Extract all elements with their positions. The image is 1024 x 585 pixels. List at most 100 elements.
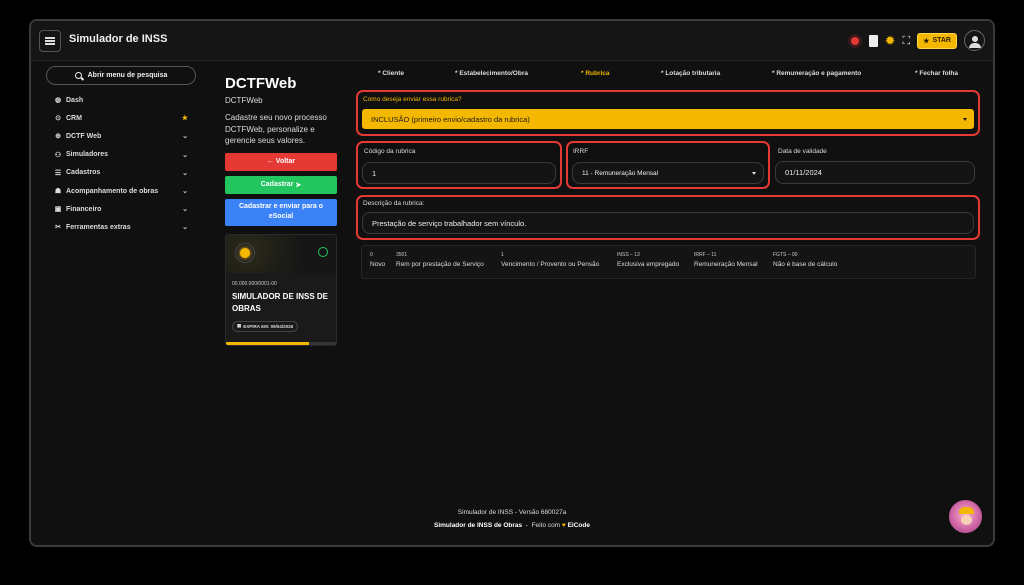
sidebar-item-label: Financeiro	[66, 205, 102, 213]
globe-icon: ⊕	[55, 133, 61, 141]
sidebar-item-crm[interactable]: ⊙ CRM ★	[46, 109, 196, 127]
register-send-label: Cadastrar e enviar para o eSocial	[238, 203, 324, 220]
sidebar-item-financeiro[interactable]: ▣ Financeiro ⌄	[46, 200, 196, 218]
register-button[interactable]: Cadastrar ➤	[225, 175, 337, 194]
sidebar-item-simuladores[interactable]: ⚇ Simuladores ⌄	[46, 146, 196, 164]
card-expiry-badge: ▦ EXPIRA EM: 09/04/2026	[232, 320, 299, 332]
validity-value: 01/11/2024	[785, 168, 822, 177]
register-send-button[interactable]: Cadastrar e enviar para o eSocial	[225, 198, 337, 226]
tab-lotacao[interactable]: * Lotação tributaria	[661, 70, 720, 77]
chevron-down-icon: ⌄	[182, 206, 188, 214]
separator: -	[525, 522, 528, 529]
card-progress-fill	[226, 341, 309, 345]
send-mode-section: Como deseja enviar essa rubrica? INCLUSÃ…	[356, 90, 980, 136]
tab-remuneracao[interactable]: * Remuneração e pagamento	[772, 70, 861, 77]
money-icon: ▣	[54, 206, 62, 214]
rubric-summary: 0 Novo 3501 Rem por prestação de Serviço 1…	[361, 245, 976, 279]
summary-desc: Não é base de cálculo	[773, 261, 838, 268]
list-icon: ☰	[54, 169, 62, 177]
chevron-down-icon: ⌄	[182, 188, 188, 196]
search-icon	[74, 72, 82, 79]
irrf-select[interactable]: 11 - Remuneração Mensal	[572, 162, 764, 184]
sidebar-item-acompanhamento-de-obras[interactable]: ☗ Acompanhamento de obras ⌄	[46, 182, 196, 200]
sidebar-list: ◍ Dash ⊙ CRM ★ ⊕ DCTF Web ⌄ ⚇ Simuladores ⌄ ☰ Cadast…	[46, 91, 196, 237]
calendar-icon: ▦	[237, 323, 242, 328]
assistant-avatar[interactable]	[949, 500, 982, 533]
user-avatar-button[interactable]	[964, 30, 985, 51]
sidebar: Abrir menu de pesquisa ◍ Dash ⊙ CRM ★ ⊕ DCTF W…	[46, 66, 196, 237]
summary-desc: Vencimento / Provento ou Pensão	[501, 261, 600, 268]
version-text: Simulador de INSS - Versão 680027a	[457, 509, 567, 516]
description-section: Descrição da rubrica: Prestação de servi…	[356, 195, 980, 240]
tab-rubrica[interactable]: * Rubrica	[581, 70, 610, 77]
star-button[interactable]: ★ STAR	[917, 32, 957, 49]
brand-name: Simulador de INSS de Obras	[434, 522, 523, 529]
app-window: Simulador de INSS ✹ ⛶ ★ STAR Abrir menu d…	[29, 19, 995, 547]
tab-cliente[interactable]: * Cliente	[378, 70, 404, 77]
step-tabs: * Cliente * Estabelecimento/Obra * Rubri…	[355, 70, 980, 82]
maker-name[interactable]: EiCode	[568, 522, 590, 529]
chevron-down-icon: ⌄	[182, 169, 188, 177]
search-menu-button[interactable]: Abrir menu de pesquisa	[46, 66, 196, 85]
top-actions: ✹ ⛶ ★ STAR	[847, 30, 985, 51]
summary-code: INSS – 13	[617, 252, 640, 258]
made-with-text: Feito com	[531, 522, 561, 529]
description-label: Descrição da rubrica:	[363, 200, 425, 207]
document-icon[interactable]	[868, 34, 878, 47]
credits: Simulador de INSS de Obras - Feito com ♥…	[31, 522, 993, 529]
gear-icon[interactable]: ✹	[885, 34, 896, 47]
irrf-section: IRRF 11 - Remuneração Mensal	[566, 141, 770, 189]
tab-estabelecimento[interactable]: * Estabelecimento/Obra	[455, 70, 528, 77]
code-input[interactable]: 1	[362, 162, 556, 184]
sidebar-item-dctf-web[interactable]: ⊕ DCTF Web ⌄	[46, 127, 196, 145]
chevron-down-icon	[963, 118, 967, 121]
sidebar-item-label: Dash	[66, 96, 84, 104]
page-description: Cadastre seu novo processo DCTFWeb, pers…	[225, 113, 327, 145]
summary-item: IRRF – 11 Remuneração Mensal	[694, 252, 758, 268]
card-cnpj: 00.000.000/0001-00	[232, 280, 277, 287]
send-mode-select[interactable]: INCLUSÃO (primeiro envio/cadastro da rub…	[362, 109, 974, 129]
summary-item: FGTS – 00 Não é base de cálculo	[773, 252, 837, 268]
sun-icon	[235, 242, 255, 263]
people-icon: ⚇	[54, 151, 62, 159]
code-label: Código da rubrica	[364, 148, 416, 155]
star-label: STAR	[932, 37, 951, 44]
certificate-icon	[318, 246, 328, 257]
footer: Simulador de INSS - Versão 680027a Simul…	[31, 509, 993, 529]
search-menu-label: Abrir menu de pesquisa	[87, 72, 168, 79]
company-card: 00.000.000/0001-00 SIMULADOR DE INSS DE …	[225, 233, 337, 346]
summary-item: 3501 Rem por prestação de Serviço	[396, 252, 484, 268]
hamburger-menu-button[interactable]	[39, 30, 61, 52]
summary-code: 0	[370, 252, 373, 258]
description-value: Prestação de serviço trabalhador sem vín…	[372, 218, 527, 228]
card-banner	[226, 234, 336, 273]
sidebar-item-label: CRM	[66, 114, 82, 122]
star-icon: ★	[181, 115, 188, 123]
worker-icon: ☗	[54, 188, 62, 196]
heart-icon: ♥	[561, 522, 566, 529]
sidebar-item-dash[interactable]: ◍ Dash	[46, 91, 196, 109]
back-button[interactable]: ← Voltar	[225, 152, 337, 171]
tools-icon: ✂	[55, 224, 61, 232]
fullscreen-icon[interactable]: ⛶	[902, 35, 910, 47]
summary-desc: Remuneração Mensal	[694, 261, 758, 268]
summary-item: 0 Novo	[370, 252, 385, 268]
crm-icon: ⊙	[55, 115, 61, 123]
sidebar-item-ferramentas-extras[interactable]: ✂ Ferramentas extras ⌄	[46, 218, 196, 236]
record-icon[interactable]	[847, 33, 862, 48]
irrf-value: 11 - Remuneração Mensal	[582, 169, 659, 177]
summary-item: 1 Vencimento / Provento ou Pensão	[501, 252, 599, 268]
sidebar-item-cadastros[interactable]: ☰ Cadastros ⌄	[46, 164, 196, 182]
send-icon: ➤	[295, 181, 302, 189]
dashboard-icon: ◍	[54, 97, 62, 105]
tab-fechar-folha[interactable]: * Fechar folha	[915, 70, 958, 77]
summary-desc: Exclusiva empregado	[617, 261, 680, 268]
sidebar-item-label: Ferramentas extras	[66, 223, 131, 231]
page-title: DCTFWeb	[225, 75, 297, 92]
validity-input[interactable]: 01/11/2024	[775, 161, 975, 184]
description-input[interactable]: Prestação de serviço trabalhador sem vín…	[362, 212, 974, 234]
code-section: Código da rubrica 1	[356, 141, 562, 189]
summary-code: 1	[501, 252, 504, 258]
chevron-down-icon: ⌄	[182, 151, 188, 159]
app-title: Simulador de INSS	[69, 33, 168, 45]
